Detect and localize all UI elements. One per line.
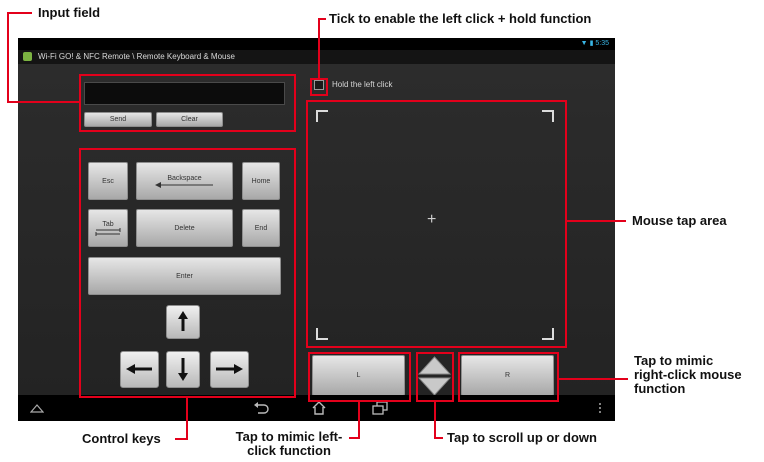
hold-left-click-label: Hold the left click xyxy=(332,80,393,89)
leader-line xyxy=(318,18,320,80)
checkbox-callout-box xyxy=(310,78,328,96)
menu-icon[interactable] xyxy=(598,402,602,414)
leader-line xyxy=(434,437,443,439)
back-icon[interactable] xyxy=(253,401,269,415)
wifi-icon: ▼ xyxy=(580,40,588,47)
leader-line xyxy=(558,378,628,380)
hold-tick-annotation: Tick to enable the left click + hold fun… xyxy=(329,11,592,26)
leader-line xyxy=(186,397,188,440)
right-click-callout-box xyxy=(458,352,559,402)
scroll-annotation: Tap to scroll up or down xyxy=(447,430,597,445)
leader-line xyxy=(7,12,9,102)
app-icon xyxy=(23,52,32,61)
recent-apps-icon[interactable] xyxy=(372,401,388,415)
status-bar: ▼ ▮ 5:35 xyxy=(18,38,615,50)
scroll-callout-box xyxy=(416,352,454,402)
left-click-annotation-line2: click function xyxy=(247,443,331,458)
left-click-callout-box xyxy=(308,352,411,402)
leader-line xyxy=(358,401,360,439)
control-keys-annotation: Control keys xyxy=(82,431,161,446)
right-click-annotation-line2: right-click mouse xyxy=(634,367,742,382)
left-click-annotation: Tap to mimic left- click function xyxy=(230,430,348,458)
mouse-area-callout-box xyxy=(306,100,567,348)
right-click-annotation-line1: Tap to mimic xyxy=(634,353,714,368)
mouse-tap-annotation: Mouse tap area xyxy=(632,213,727,228)
home-icon[interactable] xyxy=(311,401,327,415)
title-bar: Wi-Fi GO! & NFC Remote \ Remote Keyboard… xyxy=(18,50,615,64)
input-field-annotation: Input field xyxy=(38,5,101,20)
status-clock: ▼ ▮ 5:35 xyxy=(580,40,609,47)
battery-icon: ▮ xyxy=(589,40,594,47)
input-field-callout-box xyxy=(79,74,296,132)
leader-line xyxy=(318,18,326,20)
leader-line xyxy=(175,438,188,440)
leader-line xyxy=(566,220,626,222)
notification-icon[interactable] xyxy=(30,403,44,413)
leader-line xyxy=(434,401,436,439)
right-click-annotation: Tap to mimic right-click mouse function xyxy=(634,354,742,396)
leader-line xyxy=(7,101,80,103)
app-title: Wi-Fi GO! & NFC Remote \ Remote Keyboard… xyxy=(38,52,235,61)
control-keys-callout-box xyxy=(79,148,296,398)
left-click-annotation-line1: Tap to mimic left- xyxy=(235,429,343,444)
leader-line xyxy=(349,437,360,439)
right-click-annotation-line3: function xyxy=(634,381,686,396)
leader-line xyxy=(7,12,32,14)
